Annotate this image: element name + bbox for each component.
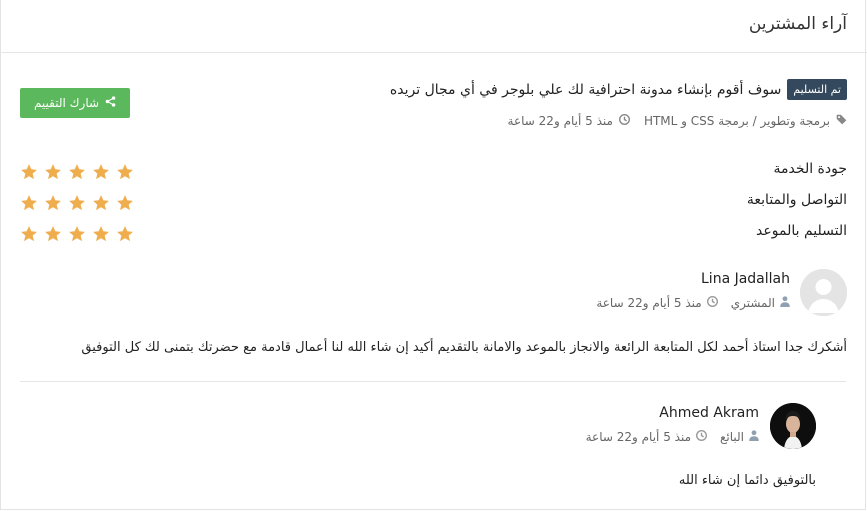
star-icon (117, 226, 133, 242)
user-icon (749, 430, 759, 444)
tag-icon (836, 114, 847, 128)
delivered-badge: تم التسليم (787, 79, 847, 100)
rating-stars-quality (20, 163, 134, 181)
buyer-time: منذ 5 أيام و22 ساعة (596, 296, 702, 310)
service-category[interactable]: برمجة وتطوير / برمجة CSS و HTML (644, 114, 830, 128)
seller-meta: البائع منذ 5 أيام و22 ساعة (586, 430, 759, 444)
star-icon (45, 195, 61, 211)
comment-divider (20, 381, 846, 382)
star-icon (69, 195, 85, 211)
star-icon (45, 226, 61, 242)
seller-comment-text: بالتوفيق دائما إن شاء الله (678, 473, 816, 488)
buyer-avatar[interactable] (800, 269, 847, 316)
rating-label-delivery: التسليم بالموعد (756, 223, 847, 239)
rating-stars-delivery (20, 225, 134, 243)
star-icon (21, 226, 37, 242)
service-title[interactable]: سوف أقوم بإنشاء مدونة احترافية لك علي بل… (390, 82, 781, 98)
panel-title: آراء المشترين (748, 14, 847, 34)
buyer-comment-text: أشكرك جدا استاذ أحمد لكل المتابعة الرائع… (81, 340, 847, 355)
star-icon (69, 164, 85, 180)
star-icon (93, 164, 109, 180)
share-rating-button[interactable]: شارك التقييم (20, 88, 130, 118)
star-icon (117, 164, 133, 180)
seller-name[interactable]: Ahmed Akram (659, 405, 759, 421)
buyer-name[interactable]: Lina Jadallah (701, 271, 790, 287)
buyer-meta: المشتري منذ 5 أيام و22 ساعة (596, 296, 790, 310)
seller-role: البائع (720, 430, 744, 444)
star-icon (21, 164, 37, 180)
star-icon (69, 226, 85, 242)
star-icon (93, 195, 109, 211)
seller-time: منذ 5 أيام و22 ساعة (585, 430, 691, 444)
buyer-role: المشتري (730, 296, 775, 310)
star-icon (117, 195, 133, 211)
clock-icon (618, 114, 630, 128)
service-time: منذ 5 أيام و22 ساعة (507, 114, 613, 128)
service-meta: برمجة وتطوير / برمجة CSS و HTML منذ 5 أي… (508, 114, 847, 128)
star-icon (45, 164, 61, 180)
clock-icon (696, 430, 707, 444)
clock-icon (706, 296, 718, 310)
rating-label-communication: التواصل والمتابعة (746, 192, 847, 208)
rating-label-quality: جودة الخدمة (773, 161, 847, 177)
share-icon (105, 96, 116, 110)
star-icon (93, 226, 109, 242)
star-icon (21, 195, 37, 211)
panel-header: آراء المشترين (0, 0, 867, 53)
rating-stars-communication (20, 194, 134, 212)
share-label: شارك التقييم (33, 96, 100, 110)
seller-avatar[interactable] (770, 403, 816, 449)
user-icon (780, 296, 790, 310)
service-title-row: تم التسليم سوف أقوم بإنشاء مدونة احترافي… (390, 79, 847, 100)
